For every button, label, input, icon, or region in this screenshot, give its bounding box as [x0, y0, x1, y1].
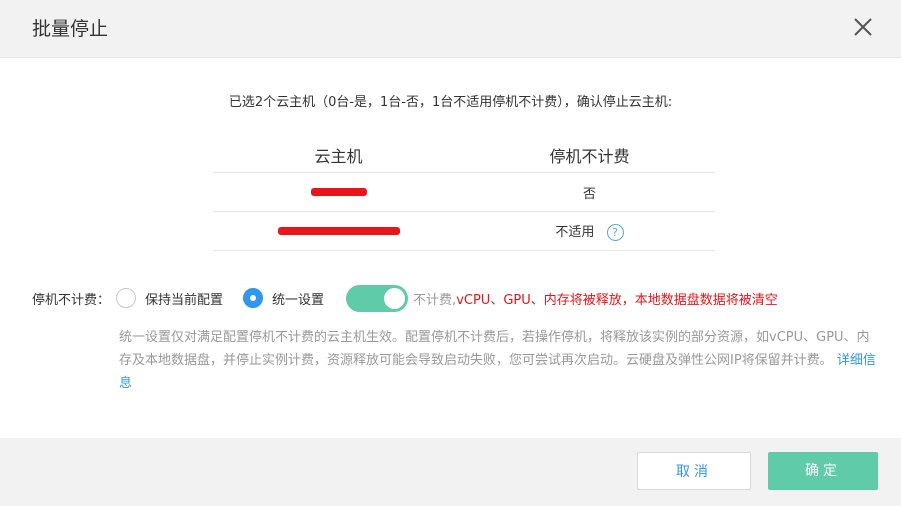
- billing-toggle[interactable]: [346, 284, 409, 312]
- billing-value-cell: 不适用 ?: [464, 221, 715, 241]
- radio-circle[interactable]: [116, 288, 137, 308]
- radio-keep-label: 保持当前配置: [145, 292, 224, 308]
- toggle-knob: [384, 287, 406, 309]
- radio-unify[interactable]: 统一设置: [243, 288, 324, 308]
- question-icon[interactable]: ?: [606, 224, 624, 241]
- vm-table: 云主机 停机不计费 否 不适用 ?: [213, 138, 715, 251]
- description-text: 统一设置仅对满足配置停机不计费的云主机生效。配置停机不计费后，若操作停机，将释放…: [119, 330, 870, 368]
- billing-option-row: 停机不计费： 保持当前配置 统一设置 不计费, vCPU、GPU、内存将被释放，…: [32, 284, 778, 312]
- description: 统一设置仅对满足配置停机不计费的云主机生效。配置停机不计费后，若操作停机，将释放…: [119, 326, 879, 395]
- dialog-footer: 取消 确定: [0, 438, 901, 506]
- selection-summary: 已选2个云主机（0台-是，1台-否，1台不适用停机不计费），确认停止云主机:: [228, 95, 673, 110]
- redacted-vm-name: [277, 227, 400, 235]
- billing-value-cell: 否: [582, 186, 596, 202]
- billing-option-label: 停机不计费：: [32, 292, 111, 308]
- dialog-title: 批量停止: [32, 18, 109, 40]
- dialog-body: 已选2个云主机（0台-是，1台-否，1台不适用停机不计费），确认停止云主机: 云…: [0, 58, 901, 438]
- cancel-button[interactable]: 取消: [637, 452, 751, 490]
- vm-name-cell: [213, 224, 464, 239]
- dialog-header: 批量停止: [0, 0, 901, 58]
- radio-unify-label: 统一设置: [272, 292, 325, 308]
- vm-name-cell: [213, 185, 464, 200]
- radio-circle-selected[interactable]: [243, 288, 264, 308]
- radio-keep-current[interactable]: 保持当前配置: [116, 288, 223, 308]
- redacted-vm-name: [310, 188, 367, 196]
- toggle-text: 不计费,: [413, 292, 457, 308]
- column-header-billing: 停机不计费: [549, 147, 630, 166]
- table-header: 云主机 停机不计费: [213, 138, 715, 173]
- table-row: 否: [213, 173, 715, 212]
- confirm-button[interactable]: 确定: [768, 452, 878, 490]
- close-icon[interactable]: [852, 16, 874, 38]
- column-header-vm: 云主机: [314, 147, 363, 166]
- billing-value-text: 不适用: [555, 225, 595, 240]
- release-warning: vCPU、GPU、内存将被释放，本地数据盘数据将被清空: [456, 292, 778, 308]
- table-row: 不适用 ?: [213, 212, 715, 251]
